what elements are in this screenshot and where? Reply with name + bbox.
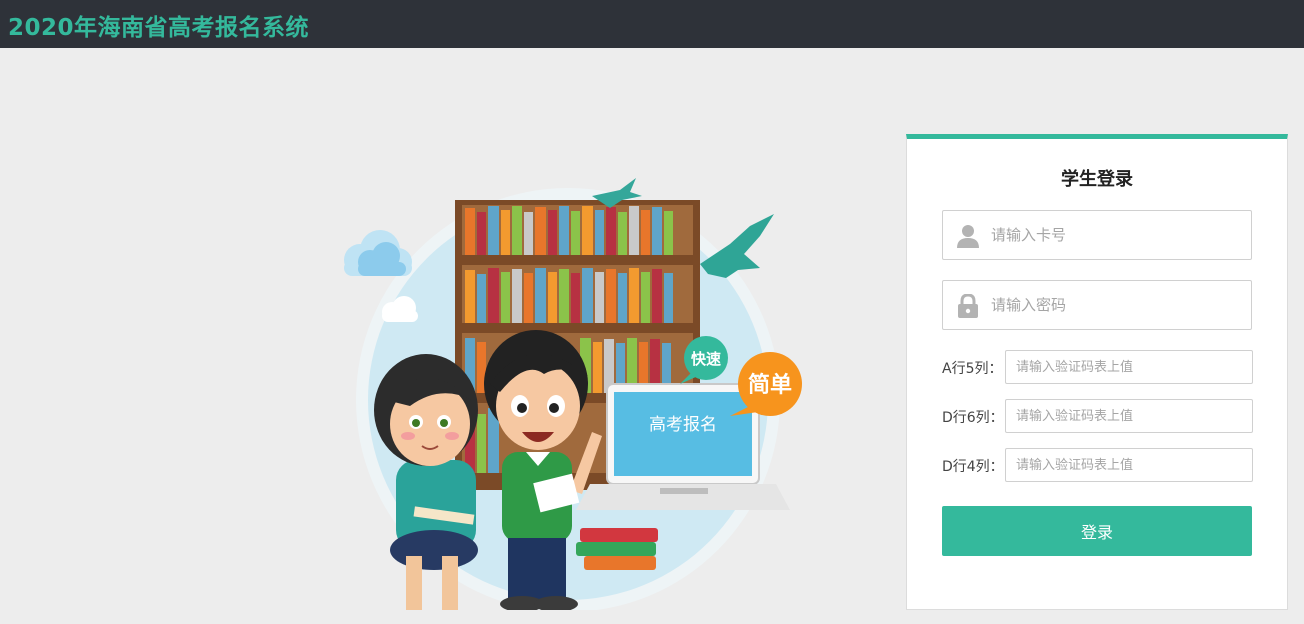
- captcha-row-1: A行5列：: [942, 350, 1254, 384]
- student-login-panel: 学生登录 A行5列： D行6列： D行4列： 登录: [906, 134, 1288, 610]
- captcha-label-2: D行6列：: [942, 410, 1004, 426]
- captcha-input-3[interactable]: [1005, 448, 1253, 482]
- captcha-input-1[interactable]: [1005, 350, 1253, 384]
- login-title: 学生登录: [1061, 169, 1133, 190]
- captcha-row-2: D行6列：: [942, 399, 1254, 433]
- captcha-row-3: D行4列：: [942, 448, 1254, 482]
- system-title: 2020年海南省高考报名系统: [8, 15, 310, 41]
- bubble-fast-text: 快速: [691, 350, 721, 368]
- captcha-label-1: A行5列：: [942, 361, 1003, 377]
- captcha-input-2[interactable]: [1005, 399, 1253, 433]
- password-field[interactable]: [942, 280, 1252, 330]
- card-number-input[interactable]: [991, 211, 1241, 259]
- captcha-label-3: D行4列：: [942, 459, 1004, 475]
- top-header: 2020年海南省高考报名系统: [0, 0, 1304, 48]
- bubble-simple-text: 简单: [748, 372, 792, 398]
- password-input[interactable]: [991, 281, 1241, 329]
- exam-registration-illustration: 高考报名 快速 简单: [344, 178, 802, 610]
- books-row-1: [465, 206, 673, 255]
- login-button[interactable]: 登录: [942, 506, 1252, 556]
- cloud-large-icon: [344, 230, 412, 276]
- hero-illustration: 高考报名 快速 简单: [330, 170, 810, 610]
- card-number-field[interactable]: [942, 210, 1252, 260]
- lock-icon: [958, 294, 978, 318]
- user-icon: [957, 225, 979, 248]
- books-row-2: [465, 268, 673, 323]
- book-stack: [576, 528, 658, 570]
- laptop-screen-text: 高考报名: [649, 415, 717, 435]
